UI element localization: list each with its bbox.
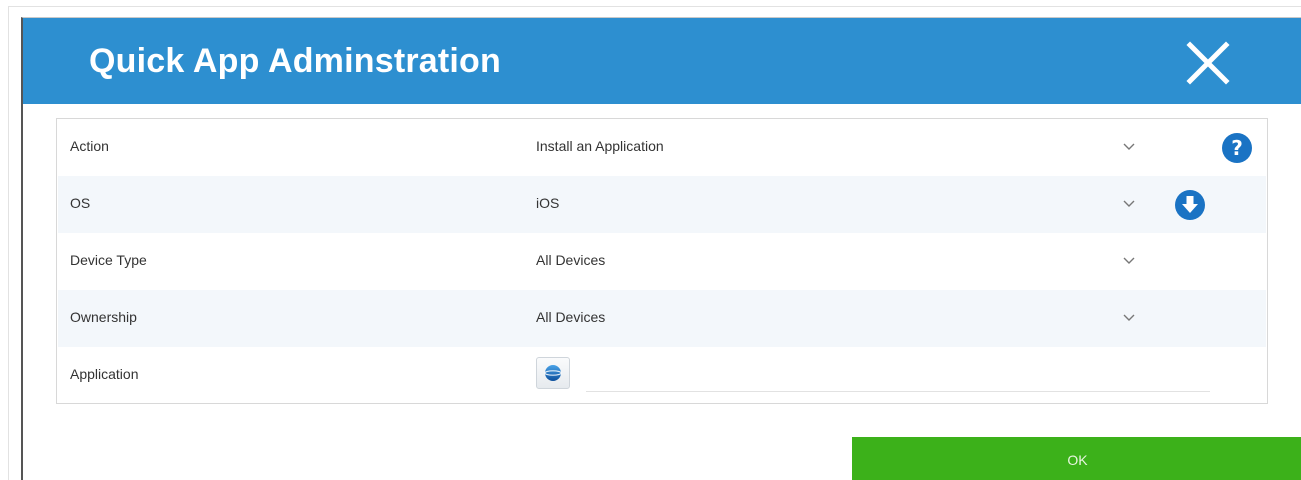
device-type-select[interactable]: All Devices <box>536 241 1146 281</box>
frame-divider-top <box>8 6 1301 7</box>
quick-app-admin-dialog: Quick App Adminstration Action Install a… <box>21 17 1301 480</box>
application-picker-button[interactable] <box>536 357 570 389</box>
dialog-title: Quick App Adminstration <box>89 42 501 80</box>
form-row-ownership: Ownership All Devices <box>58 290 1266 347</box>
help-icon: ? <box>1222 133 1252 163</box>
action-label: Action <box>70 138 109 154</box>
page: Quick App Adminstration Action Install a… <box>0 0 1301 480</box>
help-button[interactable]: ? <box>1221 132 1253 164</box>
action-select-value: Install an Application <box>536 138 664 154</box>
form-row-device-type: Device Type All Devices <box>58 233 1266 290</box>
device-type-select-value: All Devices <box>536 252 606 268</box>
download-button[interactable] <box>1174 189 1206 221</box>
ok-button[interactable]: OK <box>852 437 1301 480</box>
download-icon <box>1175 190 1205 220</box>
chevron-down-icon <box>1123 200 1135 207</box>
dialog-header: Quick App Adminstration <box>23 18 1301 104</box>
action-select[interactable]: Install an Application <box>536 127 1146 167</box>
form-row-os: OS iOS <box>58 176 1266 233</box>
os-label: OS <box>70 195 91 211</box>
os-select[interactable]: iOS <box>536 184 1146 224</box>
form-row-action: Action Install an Application ? <box>58 119 1266 176</box>
chevron-down-icon <box>1123 257 1135 264</box>
globe-icon <box>544 365 562 381</box>
svg-text:?: ? <box>1231 136 1243 160</box>
form-panel: Action Install an Application ? OS iOS D… <box>56 118 1268 404</box>
application-label: Application <box>70 366 139 382</box>
form-row-application: Application <box>58 347 1266 404</box>
chevron-down-icon <box>1123 143 1135 150</box>
chevron-down-icon <box>1123 314 1135 321</box>
ownership-select-value: All Devices <box>536 309 606 325</box>
close-icon <box>1186 41 1230 85</box>
ownership-select[interactable]: All Devices <box>536 298 1146 338</box>
application-input[interactable] <box>586 361 1210 392</box>
os-select-value: iOS <box>536 195 560 211</box>
frame-divider-left <box>8 6 9 480</box>
device-type-label: Device Type <box>70 252 147 268</box>
close-button[interactable] <box>1185 40 1231 86</box>
ownership-label: Ownership <box>70 309 137 325</box>
